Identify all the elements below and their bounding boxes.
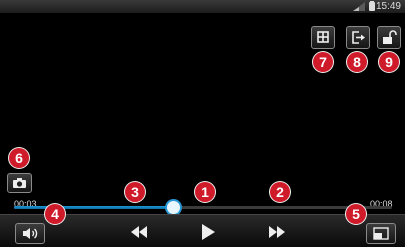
status-bar: 15:49 <box>0 0 405 13</box>
status-time: 15:49 <box>375 1 401 12</box>
camera-icon <box>13 178 26 188</box>
callout-marker-1: 1 <box>195 182 215 202</box>
signal-icon <box>353 2 365 11</box>
share-icon <box>352 31 365 44</box>
grid-icon <box>317 31 329 43</box>
fast-forward-button[interactable] <box>262 220 292 244</box>
lock-button[interactable] <box>377 26 401 49</box>
capture-button[interactable] <box>7 173 32 193</box>
callout-marker-3: 3 <box>125 182 145 202</box>
callout-marker-5: 5 <box>346 204 366 224</box>
progress-thumb[interactable] <box>166 201 180 214</box>
callout-marker-2: 2 <box>270 182 290 202</box>
play-button[interactable] <box>193 220 223 244</box>
callout-marker-8: 8 <box>347 52 367 72</box>
callout-marker-4: 4 <box>45 204 65 224</box>
progress-bar[interactable] <box>14 201 392 214</box>
rewind-icon <box>131 226 147 238</box>
callout-marker-6: 6 <box>9 148 29 168</box>
unlock-icon <box>383 30 397 44</box>
fast-forward-icon <box>269 226 285 238</box>
split-view-button[interactable] <box>311 26 335 49</box>
resize-button[interactable] <box>366 223 396 244</box>
volume-button[interactable] <box>15 223 45 244</box>
rewind-button[interactable] <box>124 220 154 244</box>
volume-icon <box>23 228 38 239</box>
callout-marker-7: 7 <box>313 52 333 72</box>
share-button[interactable] <box>346 26 370 49</box>
callout-marker-9: 9 <box>379 52 399 72</box>
progress-fill <box>14 206 173 209</box>
battery-icon <box>369 1 375 11</box>
video-player-screen: 15:49 7 8 9 6 00:03 00:08 3 1 2 4 5 <box>0 0 405 247</box>
resize-icon <box>373 227 389 240</box>
play-icon <box>202 224 215 240</box>
